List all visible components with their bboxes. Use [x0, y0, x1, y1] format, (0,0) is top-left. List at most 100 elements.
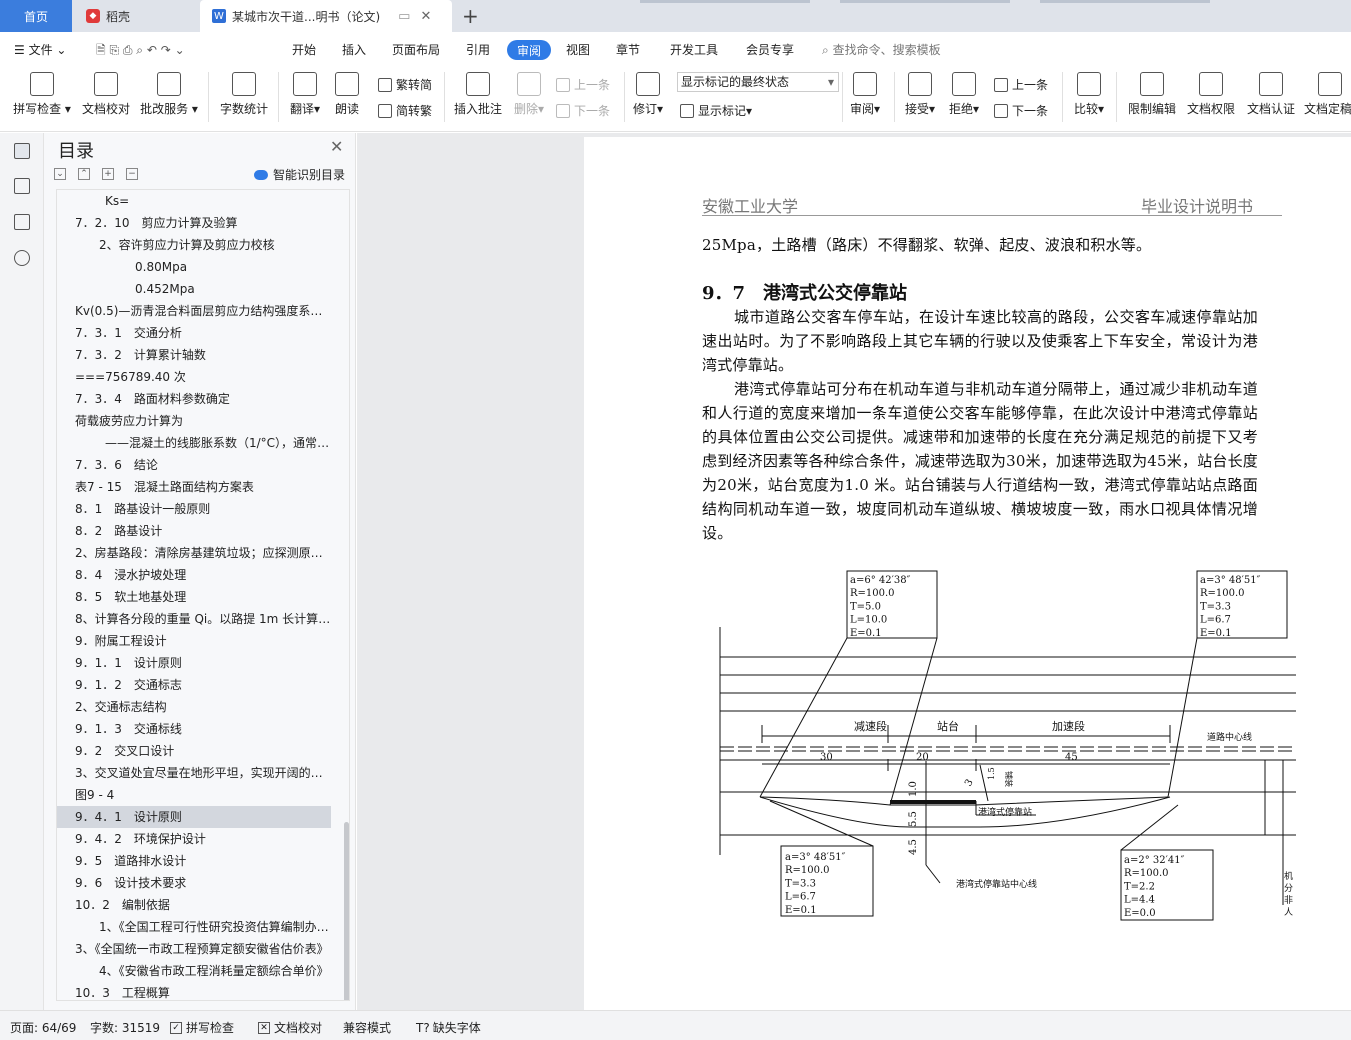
toc-item[interactable]: 9．附属工程设计 — [57, 630, 331, 652]
toc-item[interactable]: 3、交叉道处宜尽量在地形平坦，实现开阔的路段上 — [57, 762, 331, 784]
word-count-button[interactable]: 字数统计 — [218, 72, 270, 117]
toc-item[interactable]: 8、计算各分段的重量 Qi。以路提 1m 长计算，计算公式 — [57, 608, 331, 630]
toc-item[interactable]: 3、《全国统一市政工程预算定额安徽省估价表》 — [57, 938, 331, 960]
expand-up-icon[interactable]: ⌃ — [78, 168, 90, 180]
toc-item[interactable]: 8．5 软土地基处理 — [57, 586, 331, 608]
toc-item[interactable]: 8．2 路基设计 — [57, 520, 331, 542]
collapse-icon[interactable]: ⌄ — [54, 168, 66, 180]
close-tab-icon[interactable]: ✕ — [420, 9, 431, 24]
prev-change-button[interactable]: 上一条 — [994, 76, 1048, 93]
toc-item[interactable]: 图9 - 4 — [57, 784, 331, 806]
doc-permission-button[interactable]: 文档权限 — [1184, 72, 1238, 117]
toc-item[interactable]: 9．4．2 环境保护设计 — [57, 828, 331, 850]
review-service-button[interactable]: 批改服务 ▾ — [138, 72, 200, 117]
toc-item[interactable]: 8．4 浸水护坡处理 — [57, 564, 331, 586]
search-icon[interactable] — [14, 250, 30, 266]
markup-mode-select[interactable]: 显示标记的最终状态 ▾ — [677, 72, 839, 92]
reject-button[interactable]: 拒绝▾ — [946, 72, 982, 117]
restrict-edit-button[interactable]: 限制编辑 — [1124, 72, 1180, 117]
menu-review[interactable]: 审阅 — [507, 40, 551, 60]
menu-view[interactable]: 视图 — [566, 41, 590, 58]
spell-check-button[interactable]: 拼写检查 ▾ — [10, 72, 74, 117]
toc-item[interactable]: 7．3．1 交通分析 — [57, 322, 331, 344]
trad-to-simp-button[interactable]: 繁转简 — [378, 76, 432, 93]
toc-item[interactable]: 0.452Mpa — [57, 278, 331, 300]
read-aloud-button[interactable]: 朗读 — [330, 72, 364, 117]
menu-start[interactable]: 开始 — [292, 41, 316, 58]
new-tab-icon[interactable]: + — [462, 4, 479, 28]
menu-layout[interactable]: 页面布局 — [392, 41, 440, 58]
toc-item[interactable]: 2、容许剪应力计算及剪应力校核 — [57, 234, 331, 256]
toc-item[interactable]: 表7 - 15 混凝土路面结构方案表 — [57, 476, 331, 498]
toc-item[interactable]: 2、交通标志结构 — [57, 696, 331, 718]
toc-item[interactable]: 2、房基路段：清除房基建筑垃圾；应探测原有地下设施 — [57, 542, 331, 564]
close-icon[interactable]: ✕ — [330, 137, 343, 156]
missing-font[interactable]: T? 缺失字体 — [416, 1019, 481, 1036]
compare-button[interactable]: 比较▾ — [1070, 72, 1108, 117]
toc-item[interactable]: Ks= — [57, 190, 331, 212]
menu-insert[interactable]: 插入 — [342, 41, 366, 58]
menu-member[interactable]: 会员专享 — [746, 41, 794, 58]
menu-reference[interactable]: 引用 — [466, 41, 490, 58]
doc-cert-button[interactable]: 文档认证 — [1244, 72, 1298, 117]
toc-panel-icon[interactable] — [14, 143, 30, 159]
toc-item[interactable]: 荷载疲劳应力计算为 — [57, 410, 331, 432]
tab-document[interactable]: W 某城市次干道...明书（论文) ▭ ✕ — [200, 0, 452, 32]
toc-item[interactable]: 7．3．2 计算累计轴数 — [57, 344, 331, 366]
tab-daoke[interactable]: ◆ 稻壳 — [74, 0, 198, 32]
toc-item[interactable]: 7．3．6 结论 — [57, 454, 331, 476]
toc-item[interactable]: 8．1 路基设计一般原则 — [57, 498, 331, 520]
delete-comment-button[interactable]: 删除▾ — [510, 72, 548, 117]
section-heading[interactable]: 9．7 港湾式公交停靠站 — [702, 279, 907, 305]
status-proofread[interactable]: ✕ 文档校对 — [258, 1019, 322, 1036]
translate-button[interactable]: 翻译▾ — [286, 72, 324, 117]
paragraph-1[interactable]: 城市道路公交客车停车站，在设计车速比较高的路段，公交客车减速停靠站加速出站时。为… — [702, 305, 1258, 377]
toc-item[interactable]: 1、《全国工程可行性研究投资估算编制办法》 — [57, 916, 331, 938]
insert-comment-button[interactable]: 插入批注 — [452, 72, 504, 117]
proofread-button[interactable]: 文档校对 — [80, 72, 132, 117]
toc-item[interactable]: Kv(0.5)—沥青混合料面层剪应力结构强度系数，见表7-10 — [57, 300, 331, 322]
toc-item[interactable]: 9．1．3 交通标线 — [57, 718, 331, 740]
toc-item[interactable]: 7．2．10 剪应力计算及验算 — [57, 212, 331, 234]
next-comment-button[interactable]: 下一条 — [556, 102, 610, 119]
tab-home[interactable]: 首页 — [0, 0, 72, 32]
toc-item[interactable]: 9．1．1 设计原则 — [57, 652, 331, 674]
toc-item[interactable]: 4、《安徽省市政工程消耗量定额综合单价》 — [57, 960, 331, 982]
simp-to-trad-button[interactable]: 简转繁 — [378, 102, 432, 119]
pin-icon[interactable]: ▭ — [398, 9, 410, 24]
command-search[interactable]: ⌕ 查找命令、搜索模板 — [822, 41, 941, 58]
toc-item[interactable]: ——混凝土的线膨胀系数（1/°C），通常取为1×10 — [57, 432, 331, 454]
track-changes-button[interactable]: 修订▾ — [630, 72, 666, 117]
toc-item[interactable]: 9．4．1 设计原则 — [57, 806, 331, 828]
toc-scrollbar[interactable] — [344, 822, 349, 1000]
smart-toc-button[interactable]: 智能识别目录 — [254, 166, 345, 183]
toc-item[interactable]: 7．3．4 路面材料参数确定 — [57, 388, 331, 410]
nav-panel-icon[interactable] — [14, 178, 30, 194]
add-icon[interactable]: + — [102, 168, 114, 180]
bookmark-icon[interactable] — [14, 214, 30, 230]
toc-item[interactable]: 9．6 设计技术要求 — [57, 872, 331, 894]
menu-chapter[interactable]: 章节 — [616, 41, 640, 58]
toc-item[interactable]: 10．3 工程概算 — [57, 982, 331, 1000]
toc-item[interactable]: 9．1．2 交通标志 — [57, 674, 331, 696]
toc-item[interactable]: 10．2 编制依据 — [57, 894, 331, 916]
body-line[interactable]: 25Mpa，土路槽（路床）不得翻浆、软弹、起皮、波浪和积水等。 — [702, 233, 1258, 257]
prev-comment-button[interactable]: 上一条 — [556, 76, 610, 93]
word-count-indicator[interactable]: 字数: 31519 — [90, 1019, 160, 1036]
show-markup-button[interactable]: 显示标记 ▾ — [680, 102, 752, 119]
minus-icon[interactable]: − — [126, 168, 138, 180]
page-indicator[interactable]: 页面: 64/69 — [10, 1019, 76, 1036]
compat-mode[interactable]: 兼容模式 — [343, 1019, 391, 1036]
next-change-button[interactable]: 下一条 — [994, 102, 1048, 119]
file-menu[interactable]: ☰ 文件 ⌄ — [14, 41, 66, 58]
menu-developer[interactable]: 开发工具 — [670, 41, 718, 58]
accept-button[interactable]: 接受▾ — [902, 72, 938, 117]
toc-item[interactable]: ===756789.40 次 — [57, 366, 331, 388]
toc-item[interactable]: 0.80Mpa — [57, 256, 331, 278]
toc-item[interactable]: 9．5 道路排水设计 — [57, 850, 331, 872]
status-spell-check[interactable]: ✓ 拼写检查 — [170, 1019, 234, 1036]
quick-access-icons[interactable]: 🗎 ⎘ ⎙ ⌕ ↶ ↷ ⌄ — [96, 41, 185, 62]
toc-item[interactable]: 9．2 交叉口设计 — [57, 740, 331, 762]
review-pane-button[interactable]: 审阅▾ — [846, 72, 884, 117]
doc-final-button[interactable]: 文档定稿 — [1304, 72, 1351, 117]
